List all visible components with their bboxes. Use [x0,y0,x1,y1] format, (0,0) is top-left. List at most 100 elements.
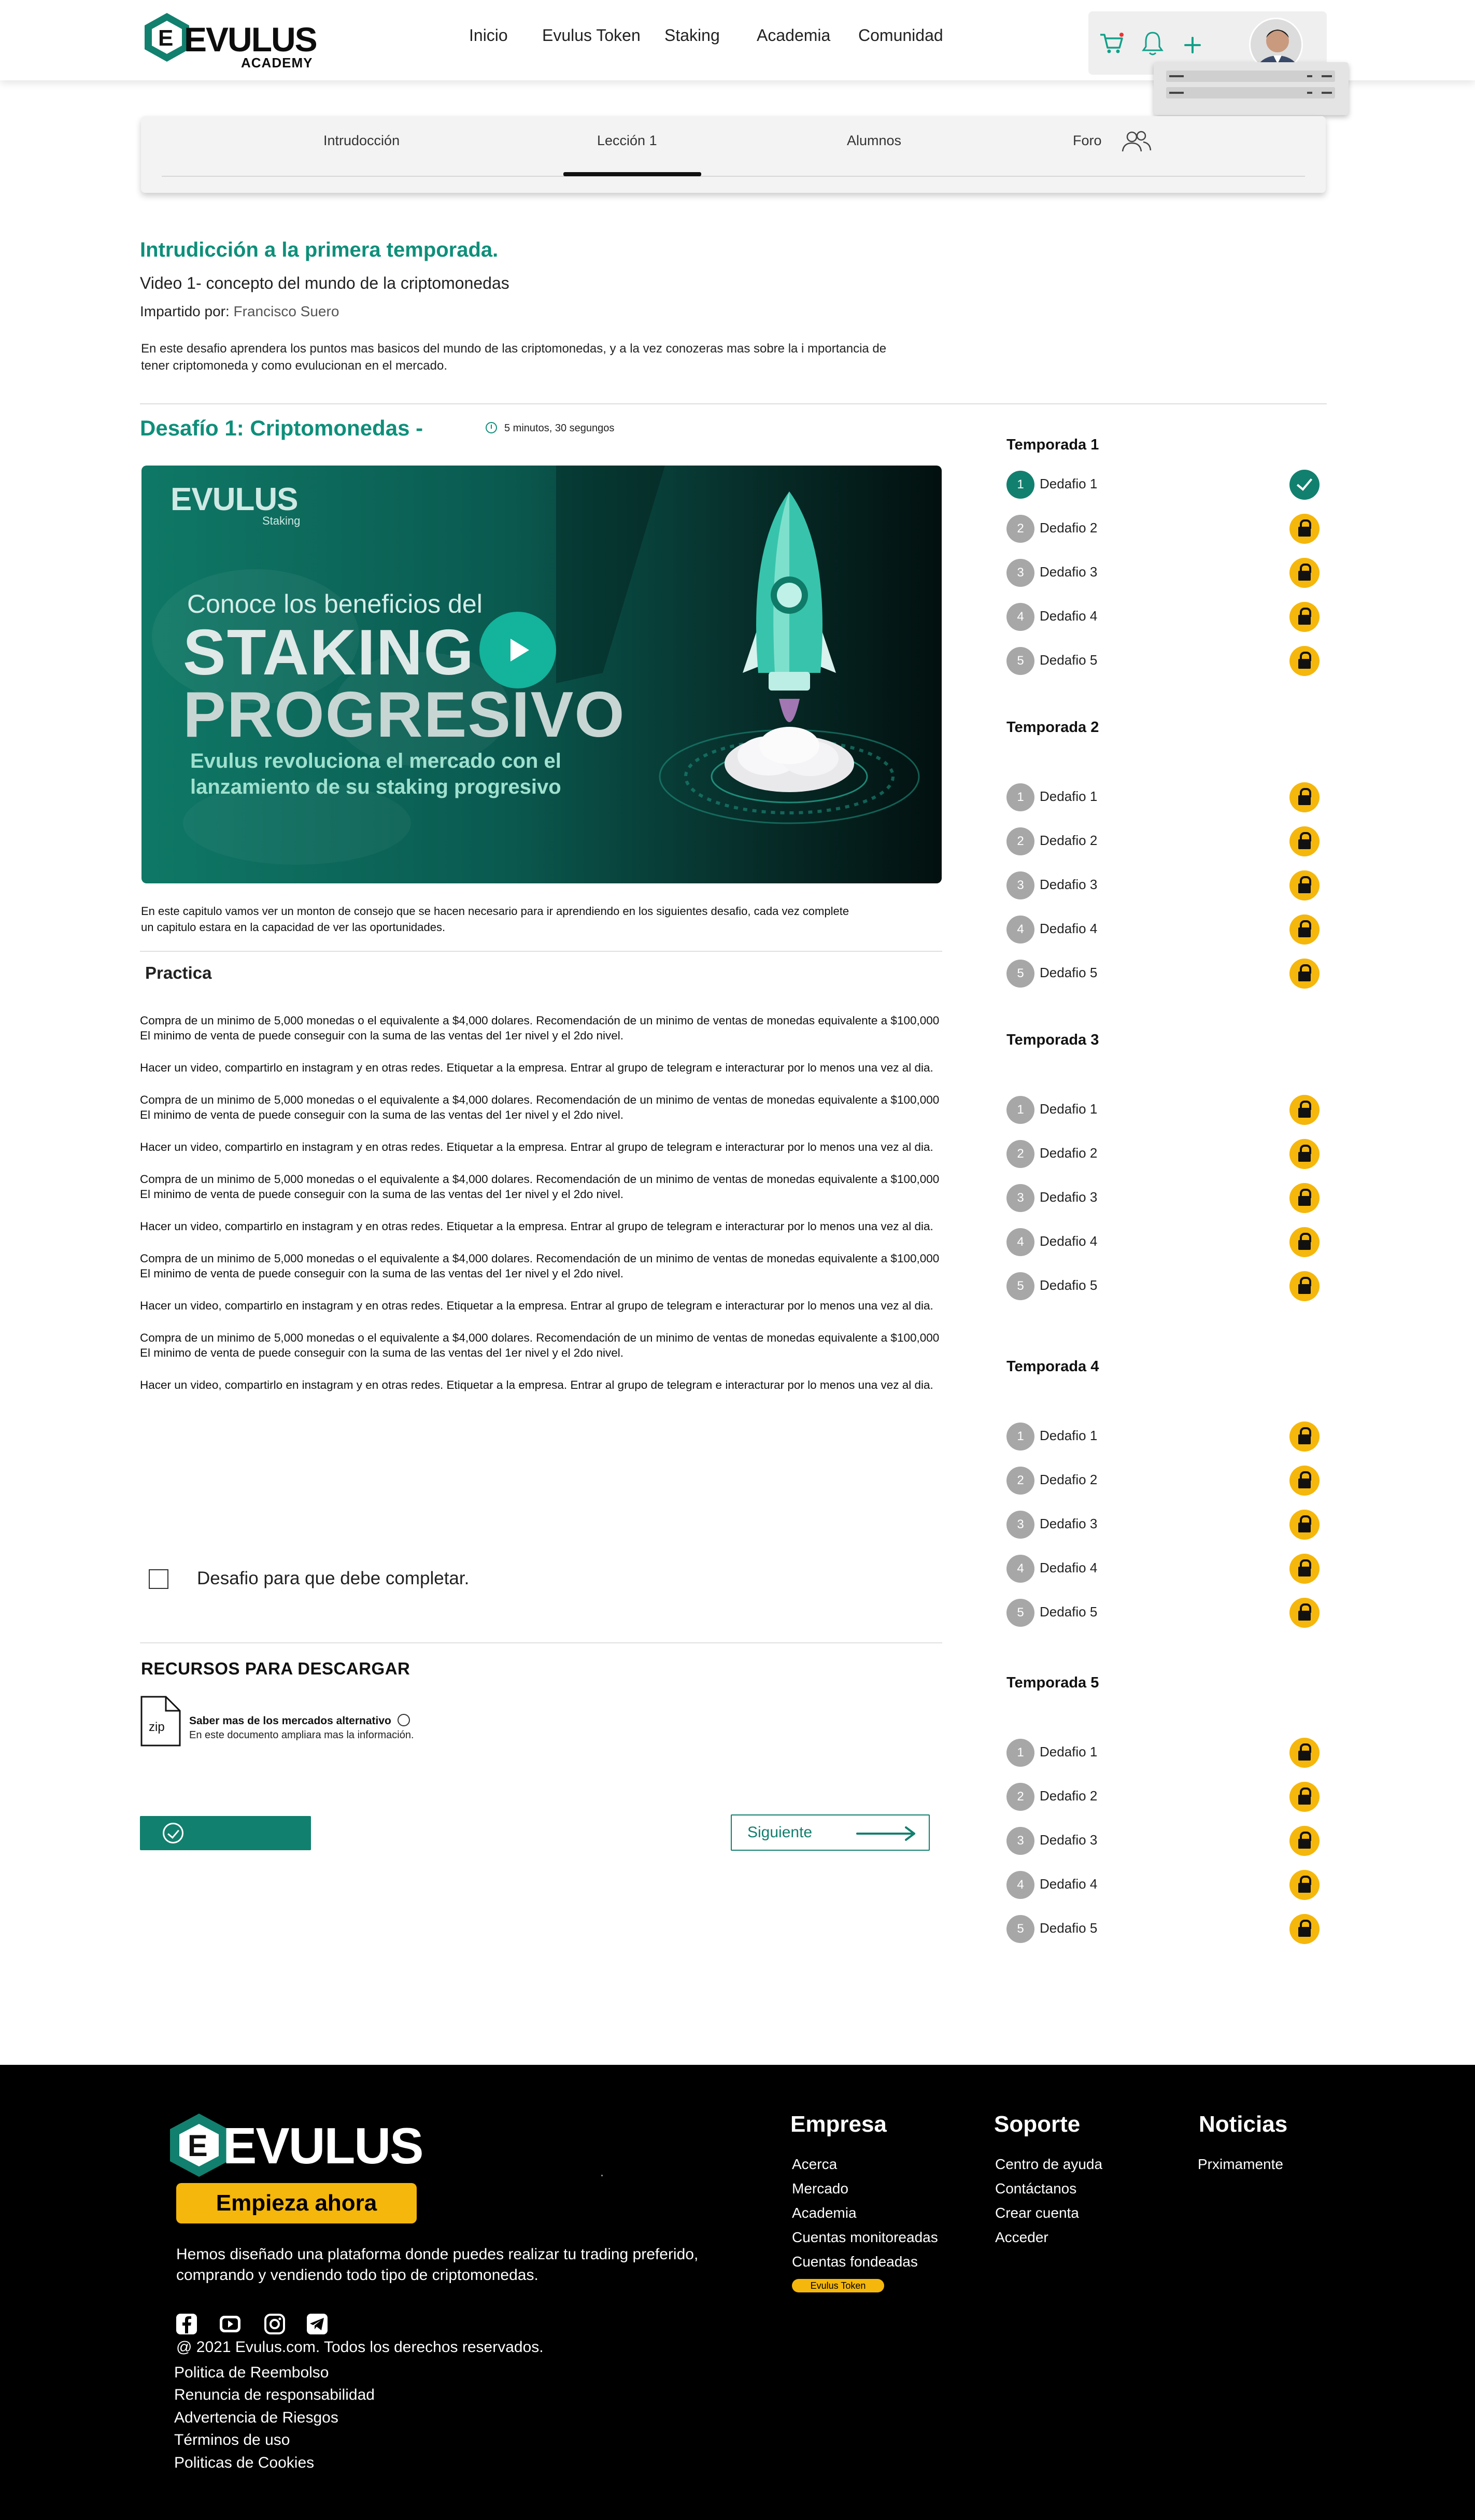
tab-foro[interactable]: Foro [1073,133,1102,149]
legal-link-cookies[interactable]: Politicas de Cookies [174,2454,314,2472]
tab-leccion-1[interactable]: Lección 1 [597,133,657,149]
dropdown-row[interactable] [1166,87,1335,98]
chapter-number-badge: 1 [1006,1096,1034,1124]
instagram-icon[interactable] [263,2313,286,2335]
telegram-icon[interactable] [306,2313,329,2335]
chapter-label: Dedafio 3 [1040,1189,1098,1205]
start-now-button[interactable]: Empieza ahora [176,2183,417,2223]
tab-introduccion[interactable]: Intrudocción [323,133,400,149]
chapter-label: Dedafio 5 [1040,652,1098,668]
next-button-label: Siguiente [747,1824,813,1841]
mark-complete-button[interactable] [140,1816,311,1850]
video-headline: Conoce los beneficios del [187,589,483,618]
chapter-number-badge: 3 [1006,1827,1034,1855]
menu-item-academia[interactable]: Academia [757,26,830,45]
season-chapter-item[interactable]: 3 Dedafio 3 [1006,1509,1323,1540]
complete-challenge-label[interactable]: Desafio para que debe completar. [197,1568,469,1589]
season-chapter-item[interactable]: 5 Dedafio 5 [1006,1270,1323,1301]
season-title: Temporada 2 [1006,719,1099,736]
top-navbar: E EVULUS ACADEMY Inicio Evulus Token Sta… [0,0,1475,115]
chapter-label: Dedafio 1 [1040,476,1098,491]
video-player[interactable]: EVULUS Staking Conoce los beneficios del… [141,466,942,883]
season-chapter-item[interactable]: 2 Dedafio 2 [1006,1138,1323,1169]
bell-icon[interactable] [1141,30,1164,57]
footer-description: Hemos diseñado una plataforma donde pued… [176,2246,699,2284]
evulus-token-badge[interactable]: Evulus Token [792,2279,884,2292]
resource-download-link[interactable]: Saber mas de los mercados alternativo [189,1714,410,1727]
season-chapter-item[interactable]: 4 Dedafio 4 [1006,913,1323,945]
play-button[interactable] [479,612,556,688]
footer-link-acceder[interactable]: Acceder [995,2229,1048,2246]
season-chapter-item[interactable]: 2 Dedafio 2 [1006,513,1323,544]
chapter-number-badge: 2 [1006,1783,1034,1811]
users-icon[interactable] [1121,130,1153,153]
legal-link-terms[interactable]: Términos de uso [174,2431,290,2449]
menu-item-comunidad[interactable]: Comunidad [858,26,943,45]
season-chapter-item[interactable]: 2 Dedafio 2 [1006,1781,1323,1812]
lock-icon [1289,602,1320,632]
footer-logo-wordmark[interactable]: EVULUS [223,2117,424,2175]
footer-link-proximamente[interactable]: Prximamente [1198,2156,1283,2173]
lock-icon [1289,1782,1320,1812]
legal-link-refund[interactable]: Politica de Reembolso [174,2364,329,2382]
footer-logo-icon[interactable]: E [167,2111,232,2179]
season-chapter-item[interactable]: 5 Dedafio 5 [1006,1597,1323,1628]
facebook-icon[interactable] [175,2313,198,2335]
evulus-academy-logo[interactable]: E EVULUS ACADEMY [143,11,319,71]
season-chapter-item[interactable]: 1 Dedafio 1 [1006,1737,1323,1768]
footer-link-cuentas-fondeadas[interactable]: Cuentas fondeadas [792,2254,918,2270]
season-chapter-item[interactable]: 2 Dedafio 2 [1006,1465,1323,1496]
legal-link-disclaimer[interactable]: Renuncia de responsabilidad [174,2386,375,2404]
season-chapter-item[interactable]: 1 Dedafio 1 [1006,469,1323,500]
season-chapter-item[interactable]: 5 Dedafio 5 [1006,1913,1323,1944]
instructor-line: Impartido por: Francisco Suero [140,303,339,320]
chapter-label: Dedafio 2 [1040,1788,1098,1804]
next-button[interactable]: Siguiente [731,1814,930,1851]
season-chapter-item[interactable]: 3 Dedafio 3 [1006,557,1323,588]
season-chapter-item[interactable]: 3 Dedafio 3 [1006,869,1323,900]
season-chapter-item[interactable]: 3 Dedafio 3 [1006,1825,1323,1856]
season-chapter-item[interactable]: 4 Dedafio 4 [1006,1869,1323,1900]
chapter-label: Dedafio 4 [1040,1560,1098,1575]
footer-link-mercado[interactable]: Mercado [792,2180,848,2197]
season-chapter-item[interactable]: 2 Dedafio 2 [1006,825,1323,856]
footer-link-academia[interactable]: Academia [792,2205,857,2221]
lock-icon [1289,1095,1320,1125]
season-chapter-item[interactable]: 4 Dedafio 4 [1006,601,1323,632]
user-dropdown[interactable] [1154,62,1349,115]
menu-item-inicio[interactable]: Inicio [469,26,508,45]
dropdown-row[interactable] [1166,71,1335,82]
menu-item-staking[interactable]: Staking [664,26,720,45]
season-chapter-item[interactable]: 1 Dedafio 1 [1006,781,1323,812]
season-chapter-item[interactable]: 1 Dedafio 1 [1006,1420,1323,1452]
practice-paragraph: Hacer un video, compartirlo en instagram… [140,1299,933,1312]
chapter-label: Dedafio 3 [1040,1516,1098,1531]
footer-link-contactanos[interactable]: Contáctanos [995,2180,1076,2197]
youtube-icon[interactable] [219,2313,242,2335]
footer-link-crear-cuenta[interactable]: Crear cuenta [995,2205,1079,2221]
footer-link-acerca[interactable]: Acerca [792,2156,837,2173]
legal-link-risk[interactable]: Advertencia de Riesgos [174,2409,338,2427]
chapter-label: Dedafio 4 [1040,921,1098,936]
footer-link-centro-ayuda[interactable]: Centro de ayuda [995,2156,1102,2173]
cart-icon[interactable] [1099,32,1125,55]
footer-link-cuentas-monitoreadas[interactable]: Cuentas monitoreadas [792,2229,938,2246]
download-status-icon[interactable] [397,1714,410,1726]
season-chapter-item[interactable]: 5 Dedafio 5 [1006,958,1323,989]
complete-challenge-checkbox[interactable] [149,1569,168,1589]
season-chapter-item[interactable]: 4 Dedafio 4 [1006,1226,1323,1257]
instructor-name: Francisco Suero [233,303,339,319]
intro-description: En este desafio aprendera los puntos mas… [141,342,887,373]
menu-item-evulus-token[interactable]: Evulus Token [542,26,641,45]
plus-icon[interactable] [1184,36,1201,54]
season-chapter-item[interactable]: 3 Dedafio 3 [1006,1182,1323,1213]
season-chapter-item[interactable]: 5 Dedafio 5 [1006,645,1323,676]
practice-paragraph: Hacer un video, compartirlo en instagram… [140,1220,933,1233]
tab-alumnos[interactable]: Alumnos [847,133,901,149]
chapter-number-badge: 4 [1006,603,1034,631]
chapter-label: Dedafio 2 [1040,833,1098,848]
video-big-word-2: PROGRESIVO [183,679,626,751]
season-chapter-item[interactable]: 1 Dedafio 1 [1006,1094,1323,1125]
chapter-label: Dedafio 2 [1040,520,1098,536]
season-chapter-item[interactable]: 4 Dedafio 4 [1006,1553,1323,1584]
